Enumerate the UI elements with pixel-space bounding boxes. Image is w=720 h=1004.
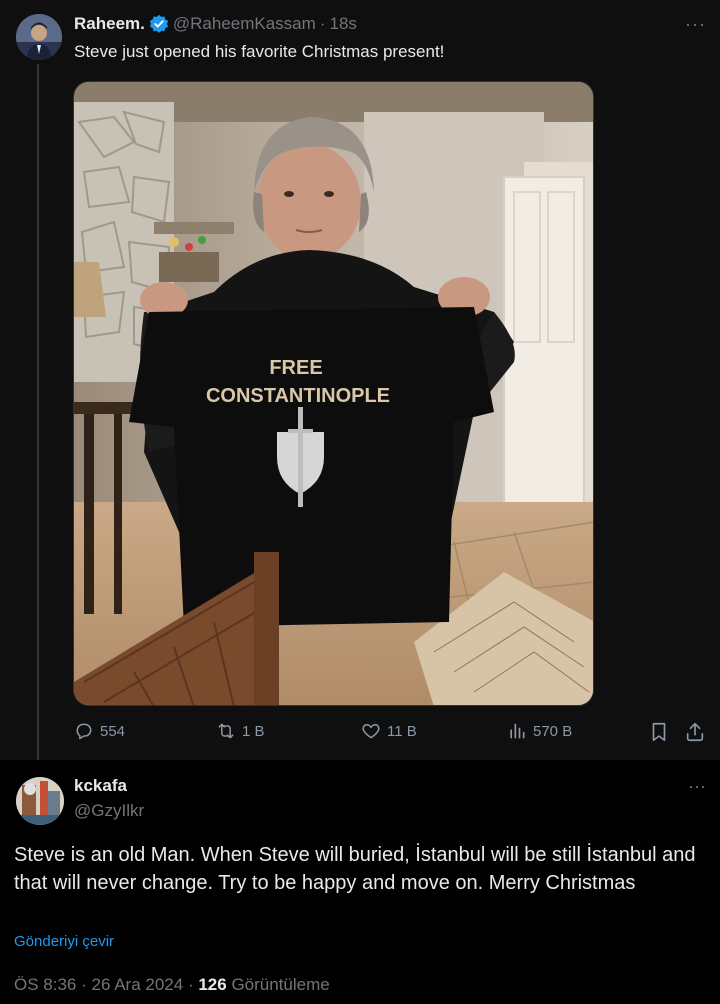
reply-text: Steve is an old Man. When Steve will bur… bbox=[14, 844, 696, 894]
repost-arrows-icon bbox=[218, 723, 234, 739]
reply-date[interactable]: 26 Ara 2024 bbox=[92, 975, 184, 994]
avatar[interactable] bbox=[16, 777, 64, 825]
like-action[interactable]: 11 B bbox=[361, 721, 417, 741]
reply-time[interactable]: ÖS 8:36 bbox=[14, 975, 76, 994]
tweet-header: Raheem. @RaheemKassam · 18s bbox=[74, 14, 357, 34]
quoted-tweet[interactable]: Raheem. @RaheemKassam · 18s ··· Steve ju… bbox=[0, 0, 720, 760]
views-count: 570 B bbox=[533, 722, 573, 740]
reply-views-label: Görüntüleme bbox=[231, 975, 330, 994]
handle[interactable]: @RaheemKassam bbox=[173, 14, 316, 34]
bar-chart-icon bbox=[510, 723, 525, 739]
separator: · bbox=[319, 14, 326, 33]
display-name[interactable]: kckafa bbox=[74, 776, 127, 796]
reply-count: 554 bbox=[100, 722, 126, 740]
more-dots-icon[interactable]: ··· bbox=[685, 14, 706, 35]
reply-meta: ÖS 8:36 · 26 Ara 2024 · 126 Görüntüleme bbox=[14, 975, 330, 995]
repost-action[interactable]: 1 B bbox=[216, 721, 265, 741]
translate-link[interactable]: Gönderiyi çevir bbox=[14, 933, 114, 950]
verified-badge-icon bbox=[149, 14, 168, 33]
handle[interactable]: @GzyIlkr bbox=[74, 801, 144, 821]
tweet-text: Steve just opened his favorite Christmas… bbox=[74, 42, 445, 61]
photo-illustration: FREE CONSTANTINOPLE bbox=[74, 82, 593, 705]
separator: · bbox=[81, 975, 92, 994]
tweet-photo[interactable]: FREE CONSTANTINOPLE bbox=[73, 81, 594, 706]
more-dots-icon[interactable]: ··· bbox=[688, 776, 706, 797]
reply-views-count: 126 bbox=[198, 975, 227, 994]
bookmark-icon[interactable] bbox=[648, 721, 670, 743]
heart-icon bbox=[362, 724, 380, 739]
shirt-print-line1: FREE bbox=[269, 357, 322, 379]
avatar[interactable] bbox=[16, 14, 62, 60]
views-action[interactable]: 570 B bbox=[507, 721, 572, 741]
repost-count: 1 B bbox=[242, 722, 265, 740]
like-count: 11 B bbox=[387, 722, 417, 740]
separator: · bbox=[187, 975, 199, 994]
timestamp[interactable]: 18s bbox=[329, 14, 356, 34]
share-icon[interactable] bbox=[684, 721, 706, 743]
thread-line bbox=[37, 64, 39, 760]
display-name[interactable]: Raheem. bbox=[74, 14, 145, 34]
speech-bubble-icon bbox=[76, 723, 92, 740]
shirt-print-line2: CONSTANTINOPLE bbox=[206, 385, 390, 407]
action-bar: 554 1 B 11 B 570 B bbox=[74, 721, 710, 747]
reply-action[interactable]: 554 bbox=[74, 721, 125, 741]
